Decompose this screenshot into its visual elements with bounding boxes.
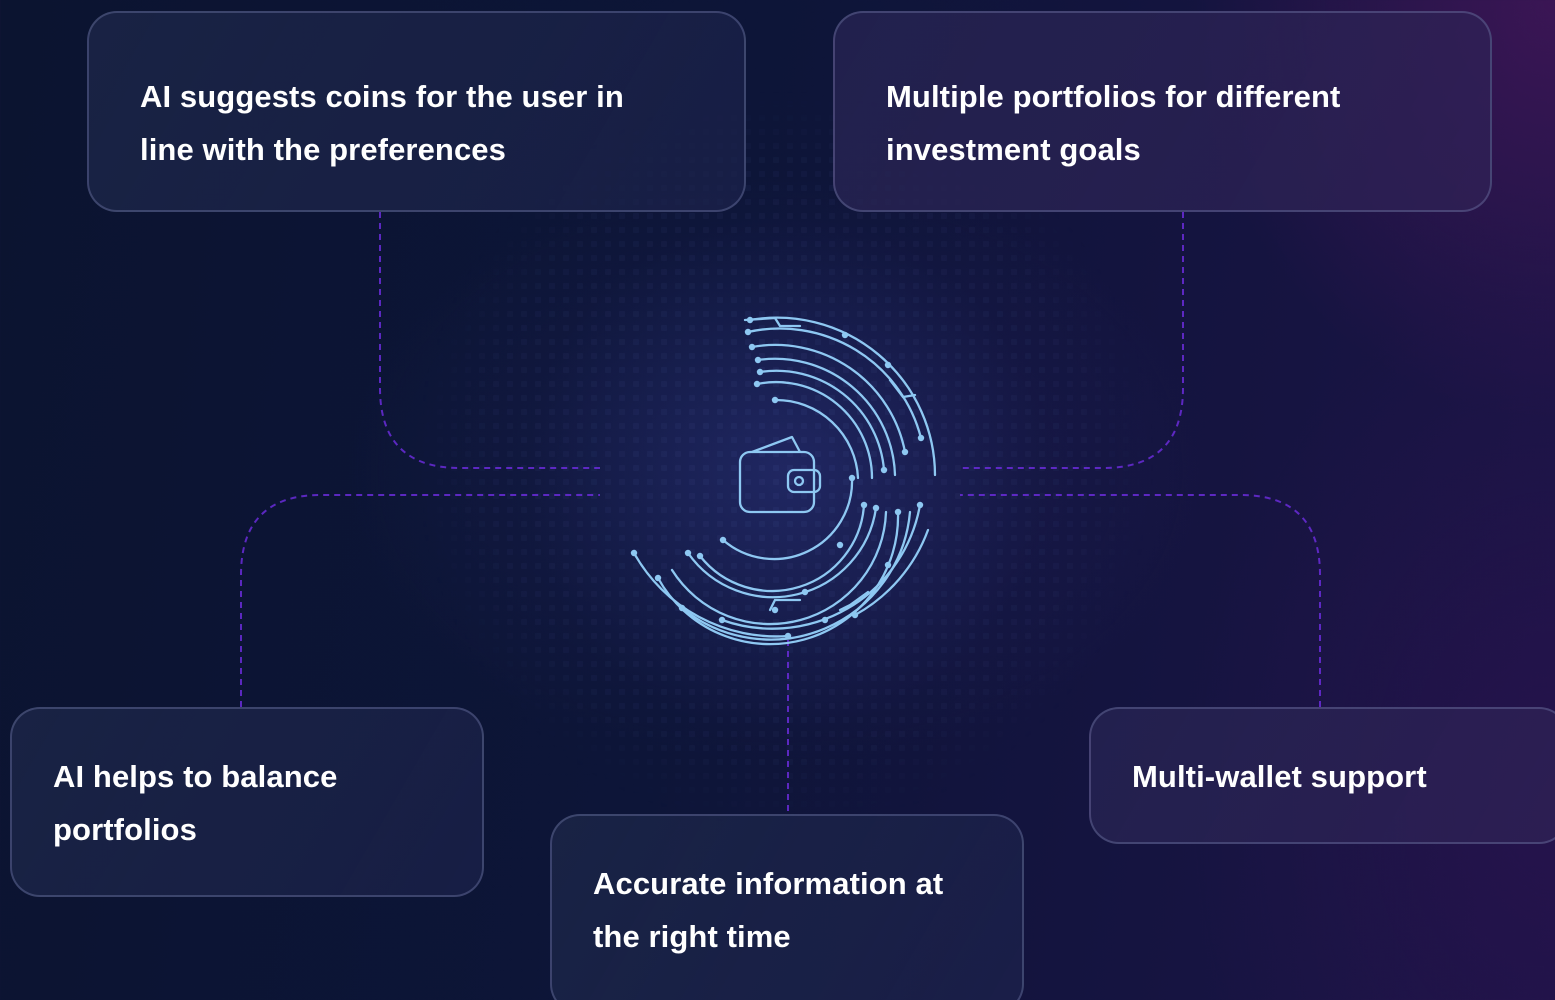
- feature-card-coin-suggestions: AI suggests coins for the user in line w…: [87, 11, 746, 212]
- feature-card-portfolio-balance: AI helps to balance portfolios: [10, 707, 484, 897]
- feature-text: Accurate information at the right time: [593, 866, 944, 954]
- feature-text: Multi-wallet support: [1132, 759, 1427, 794]
- feature-card-multiple-portfolios: Multiple portfolios for different invest…: [833, 11, 1492, 212]
- feature-card-multi-wallet: Multi-wallet support: [1089, 707, 1555, 844]
- hub-glow: [525, 215, 1045, 735]
- feature-card-accurate-information: Accurate information at the right time: [550, 814, 1024, 1000]
- feature-text: AI suggests coins for the user in line w…: [140, 79, 624, 167]
- feature-text: Multiple portfolios for different invest…: [886, 79, 1341, 167]
- feature-text: AI helps to balance portfolios: [53, 759, 338, 847]
